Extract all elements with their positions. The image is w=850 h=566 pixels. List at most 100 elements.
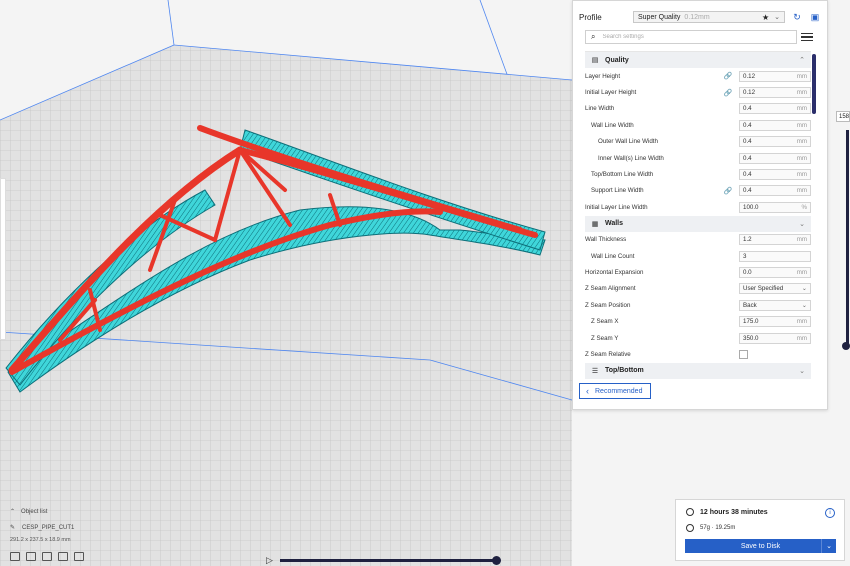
settings-scrollbar[interactable]: [812, 54, 816, 114]
setting-unit: mm: [796, 268, 807, 276]
setting-row: Wall Thickness 1.2 mm: [585, 232, 811, 248]
setting-label: Z Seam Alignment: [585, 285, 636, 293]
setting-value: 0.4: [743, 187, 752, 195]
setting-row: Wall Line Count 3: [585, 248, 811, 264]
setting-select[interactable]: User Specified ⌄: [739, 283, 811, 295]
setting-label: Initial Layer Height: [585, 89, 637, 97]
setting-input[interactable]: 3: [739, 250, 811, 262]
view-3d-icon[interactable]: [10, 552, 20, 561]
setting-value: User Specified: [743, 285, 784, 293]
setting-select[interactable]: Back ⌄: [739, 299, 811, 311]
category-top-bottom[interactable]: ☰ Top/Bottom ⌄: [585, 362, 811, 379]
play-icon[interactable]: ▷: [266, 555, 273, 566]
setting-checkbox[interactable]: [739, 349, 748, 359]
setting-input[interactable]: 0.12 mm: [739, 70, 811, 82]
save-icon[interactable]: ▣: [809, 11, 821, 23]
setting-label: Wall Thickness: [585, 236, 627, 244]
chevron-up-icon: ⌃: [10, 509, 16, 515]
setting-unit: mm: [796, 138, 807, 146]
setting-unit: mm: [796, 236, 807, 244]
setting-input[interactable]: 0.0 mm: [739, 266, 811, 278]
chevron-down-icon[interactable]: ⌄: [821, 539, 836, 553]
object-list-header[interactable]: ⌃ Object list: [10, 508, 74, 516]
search-icon: ⌕: [591, 32, 596, 41]
object-list-item[interactable]: ✎ CESP_PIPE_CUT1: [10, 524, 74, 532]
profile-select[interactable]: Super Quality 0.12mm ★ ⌄: [633, 11, 785, 23]
layer-number-value: 158: [839, 113, 850, 120]
setting-label: Z Seam Y: [591, 334, 619, 342]
setting-row: Z Seam Position Back ⌄: [585, 297, 811, 313]
settings-search-row: ⌕: [585, 29, 813, 45]
setting-row: Line Width 0.4 mm: [585, 101, 811, 117]
settings-search-box[interactable]: ⌕: [585, 30, 797, 44]
setting-input[interactable]: 0.4 mm: [739, 136, 811, 148]
setting-value: 1.2: [743, 236, 752, 244]
object-list: ⌃ Object list ✎ CESP_PIPE_CUT1 291.2 x 2…: [10, 508, 74, 544]
setting-label: Line Width: [585, 105, 615, 113]
setting-input[interactable]: 0.4 mm: [739, 169, 811, 181]
view-top-icon[interactable]: [42, 552, 52, 561]
category-walls[interactable]: ▦ Walls ⌄: [585, 215, 811, 232]
layer-slider-track[interactable]: [846, 130, 849, 346]
save-to-disk-button[interactable]: Save to Disk ⌄: [685, 539, 836, 553]
profile-row: Profile Super Quality 0.12mm ★ ⌄ ↻ ▣: [579, 10, 821, 24]
link-icon[interactable]: 🔗: [723, 72, 733, 80]
view-left-icon[interactable]: [58, 552, 68, 561]
link-icon[interactable]: 🔗: [723, 89, 733, 97]
setting-label: Horizontal Expansion: [585, 268, 644, 276]
view-front-icon[interactable]: [26, 552, 36, 561]
material-usage-value: 57g · 19.25m: [700, 525, 736, 531]
setting-value: Back: [743, 301, 757, 309]
setting-input[interactable]: 0.4 mm: [739, 119, 811, 131]
setting-label: Outer Wall Line Width: [598, 138, 658, 146]
setting-value: 0.4: [743, 154, 752, 162]
setting-value: 175.0: [743, 318, 759, 326]
link-icon[interactable]: 🔗: [723, 187, 733, 195]
setting-input[interactable]: 175.0 mm: [739, 316, 811, 328]
setting-value: 3: [743, 252, 747, 260]
star-icon: ★: [761, 12, 770, 22]
setting-input[interactable]: 100.0%: [739, 201, 811, 213]
setting-value: 0.4: [743, 138, 752, 146]
setting-label: Inner Wall(s) Line Width: [598, 154, 664, 162]
setting-value: 100.0: [743, 203, 759, 211]
setting-unit: mm: [796, 334, 807, 342]
setting-value: 350.0: [743, 334, 759, 342]
recommended-button[interactable]: ‹ Recommended: [579, 383, 651, 399]
category-quality[interactable]: ▤ Quality ⌃: [585, 52, 811, 68]
path-slider-track[interactable]: [280, 559, 498, 562]
info-icon[interactable]: i: [825, 508, 835, 518]
layer-slider-handle[interactable]: [842, 342, 850, 350]
setting-input[interactable]: 0.4 mm: [739, 103, 811, 115]
setting-label: Support Line Width: [591, 187, 644, 195]
clock-icon: [686, 508, 694, 516]
print-time: 12 hours 38 minutes: [686, 508, 768, 516]
setting-value: 0.4: [743, 105, 752, 113]
settings-menu-icon[interactable]: [801, 32, 813, 42]
path-slider-handle[interactable]: [492, 556, 501, 565]
setting-row: Wall Line Width 0.4 mm: [585, 117, 811, 133]
setting-input[interactable]: 0.12 mm: [739, 87, 811, 99]
view-right-icon[interactable]: [74, 552, 84, 561]
setting-value: 0.4: [743, 171, 752, 179]
category-title: Top/Bottom: [605, 367, 644, 375]
search-input[interactable]: [600, 33, 785, 41]
chevron-down-icon: ⌄: [774, 14, 780, 21]
setting-label: Z Seam Relative: [585, 350, 631, 358]
setting-unit: mm: [796, 121, 807, 129]
setting-row: Z Seam Alignment User Specified ⌄: [585, 281, 811, 297]
chevron-down-icon: ⌄: [801, 285, 807, 293]
setting-input[interactable]: 0.4 mm: [739, 185, 811, 197]
object-list-title: Object list: [21, 508, 48, 515]
layer-number-field[interactable]: 158: [836, 111, 850, 122]
undo-icon[interactable]: ↻: [791, 11, 803, 23]
setting-label: Top/Bottom Line Width: [591, 171, 654, 179]
chevron-up-icon: ⌃: [799, 57, 805, 64]
quality-icon: ▤: [591, 57, 599, 64]
setting-label: Z Seam X: [591, 318, 619, 326]
profile-layer-height: 0.12mm: [684, 13, 710, 21]
setting-input[interactable]: 0.4 mm: [739, 152, 811, 164]
setting-input[interactable]: 1.2 mm: [739, 234, 811, 246]
setting-input[interactable]: 350.0 mm: [739, 332, 811, 344]
setting-row: Support Line Width 🔗 0.4 mm: [585, 183, 811, 199]
